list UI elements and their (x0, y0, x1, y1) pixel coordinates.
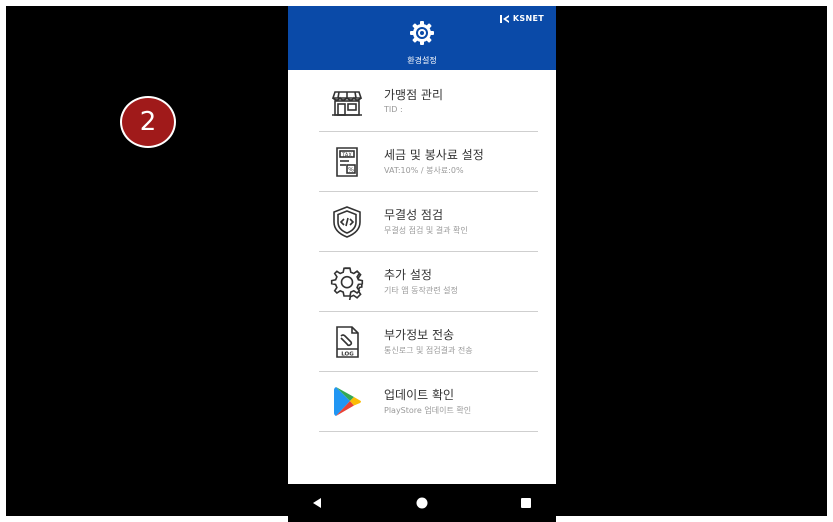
play-store-icon (334, 387, 361, 416)
menu-item-integrity[interactable]: 무결성 점검 무결성 점검 및 결과 확인 (319, 192, 538, 252)
menu-item-additional-settings[interactable]: 추가 설정 기타 앱 동작관련 설정 (319, 252, 538, 312)
phone-screen: 환경설정 KSNET 가맹점 관리 TID: TAX % 세금 및 봉사료 설… (288, 6, 556, 484)
back-icon[interactable] (310, 496, 324, 510)
menu-item-label: 추가 설정 (384, 268, 432, 282)
brand-name: KSNET (512, 14, 544, 23)
ksnet-logo-mark-icon (499, 14, 509, 23)
menu-item-label: 가맹점 관리 (384, 88, 444, 102)
menu-item-subtitle: 기타 앱 동작관련 설정 (384, 286, 458, 295)
tax-document-icon: TAX % (336, 147, 358, 177)
home-icon[interactable] (415, 496, 429, 510)
svg-text:TAX: TAX (341, 152, 352, 158)
menu-item-subtitle: TID : (384, 105, 403, 114)
step-badge-number: 2 (139, 107, 157, 137)
menu-item-label: 세금 및 봉사료 설정 (384, 148, 484, 162)
menu-item-subtitle: VAT:10% / 봉사료:0% (384, 166, 464, 175)
menu-item-label: 업데이트 확인 (384, 388, 455, 402)
svg-text:%: % (348, 167, 354, 174)
svg-text:LOG: LOG (341, 352, 354, 358)
recent-apps-icon[interactable] (519, 496, 533, 510)
menu-item-update-check[interactable]: 업데이트 확인 PlayStore 업데이트 확인 (319, 372, 538, 432)
menu-item-send-info[interactable]: LOG 부가정보 전송 통신로그 및 점검결과 전송 (319, 312, 538, 372)
menu-item-subtitle: PlayStore 업데이트 확인 (384, 406, 472, 415)
menu-item-merchant[interactable]: 가맹점 관리 TID : (319, 72, 538, 132)
menu-item-label: 부가정보 전송 (384, 328, 455, 342)
step-badge: 2 (120, 96, 176, 148)
settings-gear-icon (410, 21, 434, 45)
gear-icon (330, 267, 364, 300)
settings-header: 환경설정 KSNET (288, 6, 556, 70)
menu-item-tax[interactable]: TAX % 세금 및 봉사료 설정 VAT:10% / 봉사료:0% (319, 132, 538, 192)
menu-item-label: 무결성 점검 (384, 208, 444, 222)
menu-item-subtitle: 통신로그 및 점검결과 전송 (384, 346, 473, 355)
settings-menu: 가맹점 관리 TID : TAX % 세금 및 봉사료 설정 VAT:10% /… (319, 72, 538, 432)
menu-item-subtitle: 무결성 점검 및 결과 확인 (384, 226, 468, 235)
store-icon (331, 91, 363, 116)
log-file-icon: LOG (336, 326, 359, 358)
header-title: 환경설정 (407, 56, 437, 65)
shield-code-icon (333, 206, 361, 238)
android-navbar (288, 484, 556, 522)
ksnet-logo: KSNET (499, 14, 544, 23)
